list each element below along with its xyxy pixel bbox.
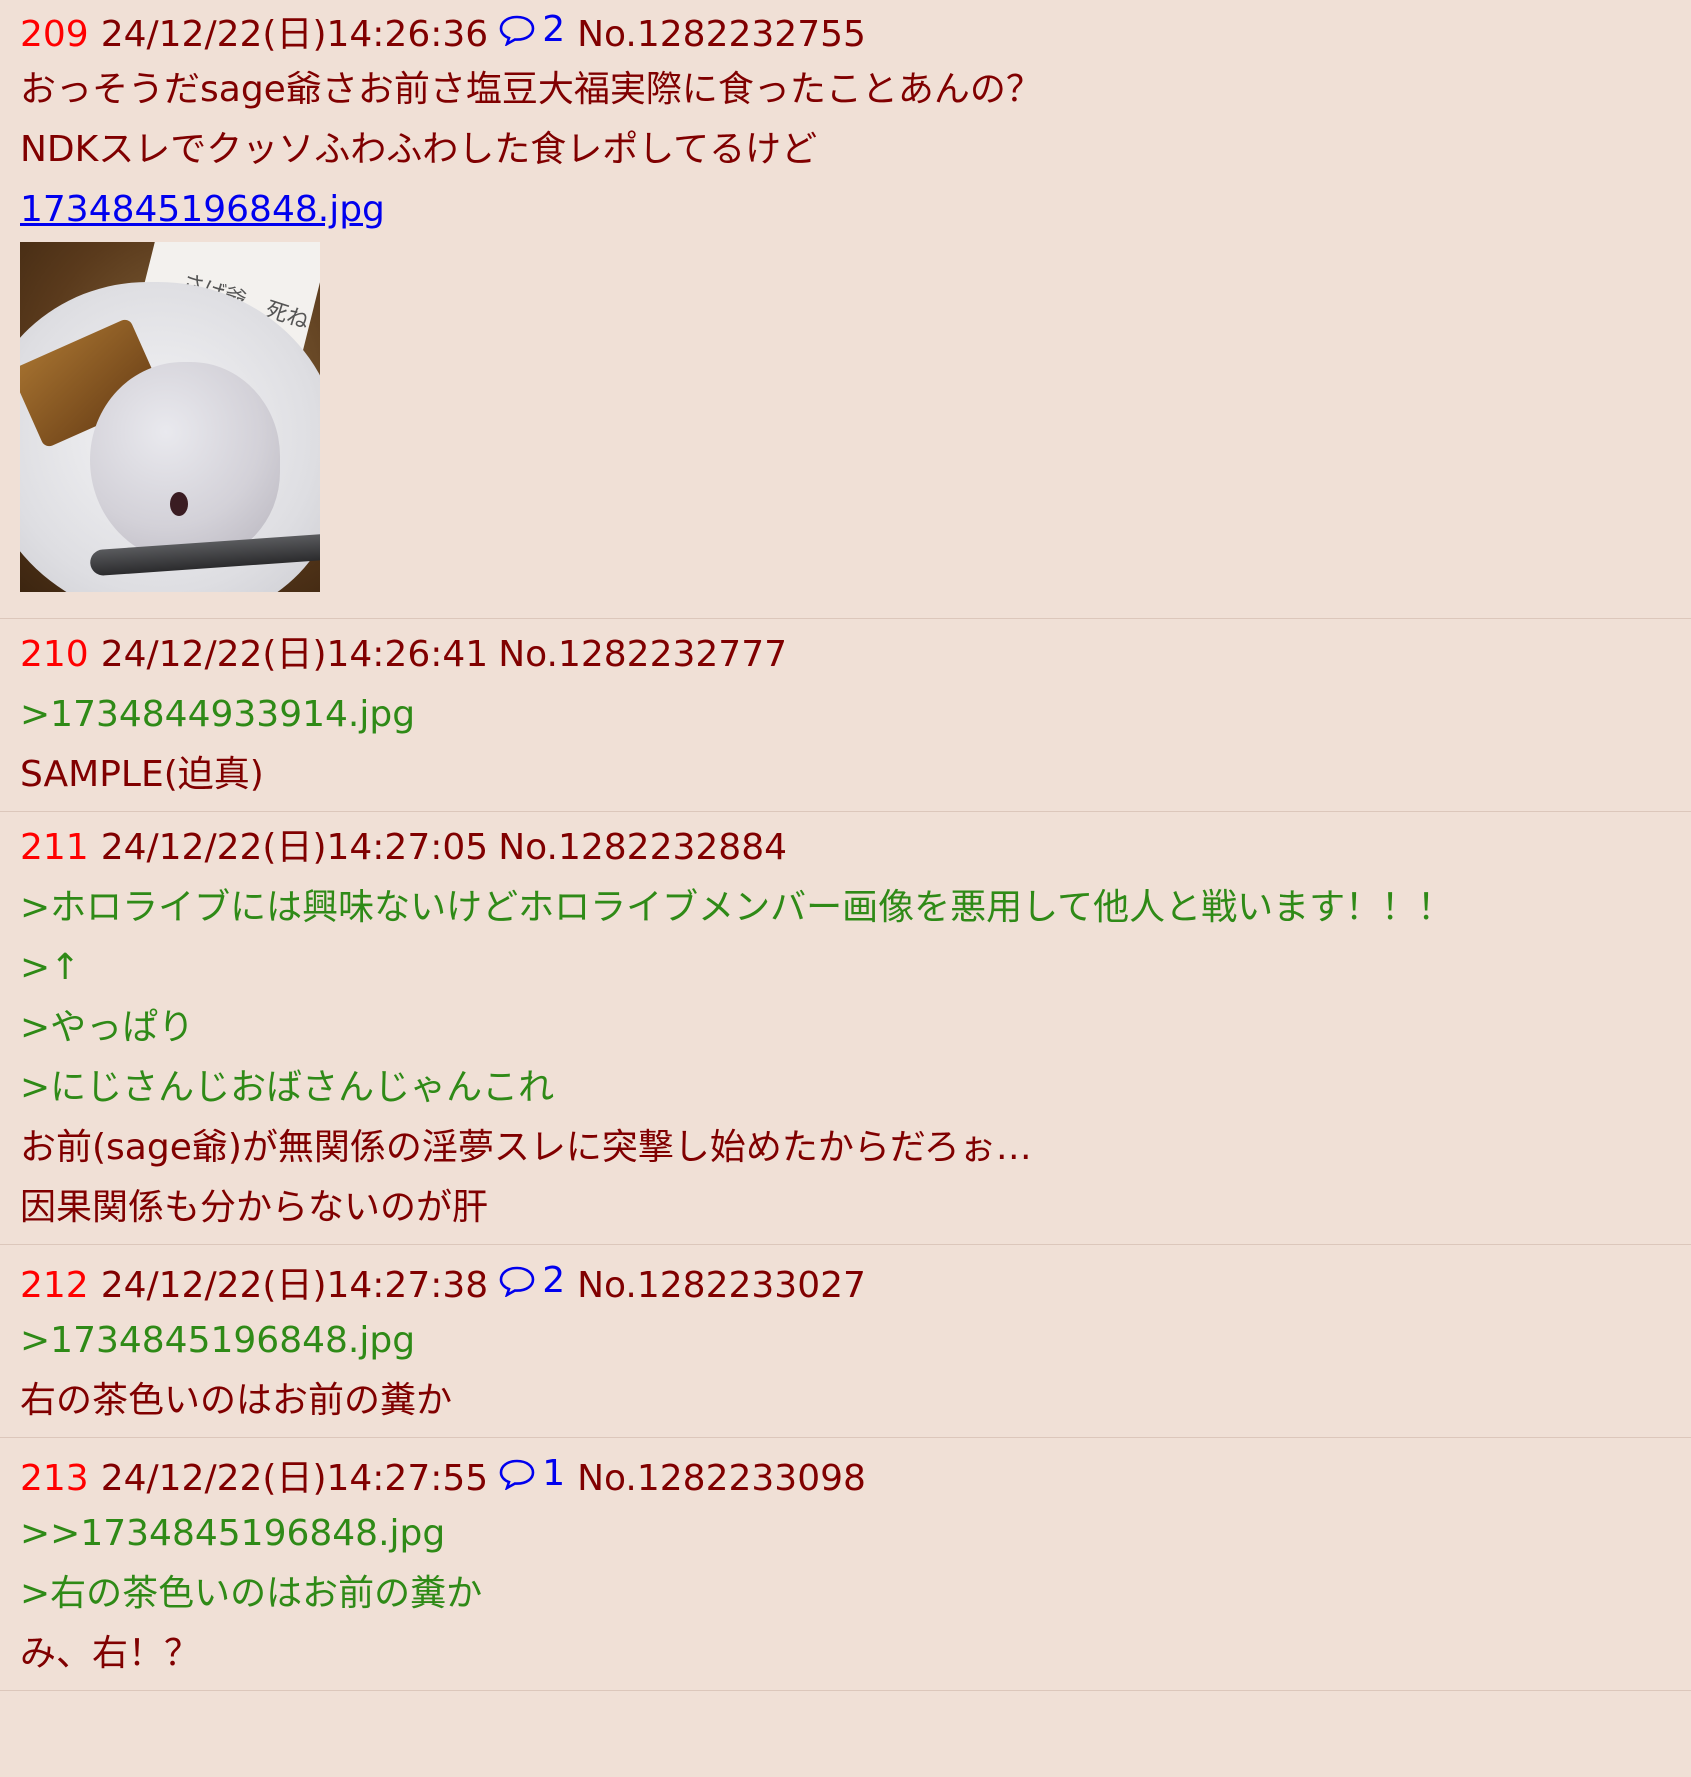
post-number[interactable]: 212 (20, 1265, 89, 1306)
reply-count-link[interactable]: 2 (498, 0, 565, 60)
post-header: 210 24/12/22(日)14:26:41 No.1282232777 (20, 625, 1671, 685)
bean (170, 492, 188, 516)
post-text-line: 右の茶色いのはお前の糞か (20, 1380, 453, 1421)
post-210: 210 24/12/22(日)14:26:41 No.1282232777 >173… (0, 619, 1691, 812)
post-id[interactable]: No.1282233027 (577, 1265, 866, 1306)
post-212: 212 24/12/22(日)14:27:38 2 No.1282233027 >17… (0, 1245, 1691, 1438)
post-header: 213 24/12/22(日)14:27:55 1 No.1282233098 (20, 1444, 1671, 1504)
post-text-line: おっそうだsage爺さお前さ塩豆大福実際に食ったことあんの？ (20, 69, 1042, 110)
post-id[interactable]: No.1282233098 (577, 1458, 866, 1499)
speech-bubble-icon (499, 1266, 535, 1297)
post-number[interactable]: 213 (20, 1458, 89, 1499)
post-number[interactable]: 211 (20, 827, 89, 868)
quote-line: >やっぱり (20, 1007, 195, 1048)
post-date: 24/12/22(日)14:26:36 (100, 14, 489, 55)
post-number[interactable]: 209 (20, 14, 89, 55)
thread: 209 24/12/22(日)14:26:36 2 No.1282232755 おっそ… (0, 0, 1691, 1691)
post-id[interactable]: No.1282232755 (577, 14, 866, 55)
quote-line: >にじさんじおばさんじゃんこれ (20, 1067, 555, 1108)
reply-count: 2 (542, 1260, 566, 1301)
speech-bubble-icon (499, 15, 535, 46)
reply-count: 1 (542, 1453, 566, 1494)
post-text-line: NDKスレでクッソふわふわした食レポしてるけど (20, 129, 818, 170)
quote-line: >↑ (20, 947, 81, 988)
daifuku (90, 362, 280, 562)
quote-line: >ホロライブには興味ないけどホロライブメンバー画像を悪用して他人と戦います！！！ (20, 887, 1454, 928)
quote-line: >右の茶色いのはお前の糞か (20, 1573, 483, 1614)
quote-line: >1734845196848.jpg (20, 1320, 416, 1361)
post-date: 24/12/22(日)14:27:05 (100, 827, 489, 868)
post-header: 211 24/12/22(日)14:27:05 No.1282232884 (20, 818, 1671, 878)
quote-line: >1734844933914.jpg (20, 694, 416, 735)
reply-count: 2 (542, 9, 566, 50)
post-211: 211 24/12/22(日)14:27:05 No.1282232884 >ホロラ… (0, 812, 1691, 1245)
post-header: 209 24/12/22(日)14:26:36 2 No.1282232755 (20, 0, 1671, 60)
post-text-line: み、右！？ (20, 1633, 201, 1674)
post-header: 212 24/12/22(日)14:27:38 2 No.1282233027 (20, 1251, 1671, 1311)
post-text-line: お前(sage爺)が無関係の淫夢スレに突撃し始めたからだろぉ… (20, 1127, 1032, 1168)
attachment-link[interactable]: 1734845196848.jpg (20, 189, 385, 230)
post-date: 24/12/22(日)14:27:38 (100, 1265, 489, 1306)
post-date: 24/12/22(日)14:27:55 (100, 1458, 489, 1499)
post-id[interactable]: No.1282232884 (498, 827, 787, 868)
post-date: 24/12/22(日)14:26:41 (100, 634, 489, 675)
post-id[interactable]: No.1282232777 (498, 634, 787, 675)
post-text-line: 因果関係も分からないのが肝 (20, 1187, 489, 1228)
quote-line: >>1734845196848.jpg (20, 1513, 446, 1554)
attachment-thumbnail[interactable]: さげ爺、死ね (20, 242, 320, 592)
reply-count-link[interactable]: 1 (498, 1444, 565, 1504)
post-number[interactable]: 210 (20, 634, 89, 675)
post-213: 213 24/12/22(日)14:27:55 1 No.1282233098 >>1… (0, 1438, 1691, 1691)
post-209: 209 24/12/22(日)14:26:36 2 No.1282232755 おっそ… (0, 0, 1691, 619)
speech-bubble-icon (499, 1459, 535, 1490)
post-text-line: SAMPLE(迫真) (20, 754, 264, 795)
reply-count-link[interactable]: 2 (498, 1251, 565, 1311)
